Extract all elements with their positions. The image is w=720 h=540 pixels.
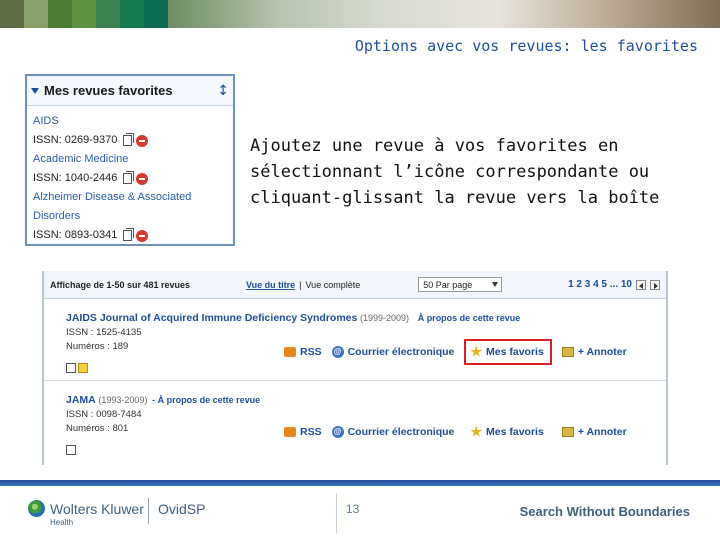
per-page-value: 50 Par page bbox=[423, 279, 473, 290]
email-action[interactable]: @ Courrier électronique bbox=[331, 346, 455, 358]
annotate-label: + Annoter bbox=[577, 426, 627, 438]
rss-icon bbox=[284, 347, 296, 357]
journal-record: JAIDS Journal of Acquired Immune Deficie… bbox=[44, 299, 666, 381]
issn-text: ISSN: 0893-0341 bbox=[33, 229, 118, 241]
select-checkbox[interactable] bbox=[66, 363, 76, 373]
annotate-icon bbox=[561, 427, 574, 437]
issn-text: ISSN: 0269-9370 bbox=[33, 134, 118, 146]
resize-arrows-icon[interactable]: ↕ bbox=[217, 83, 229, 99]
banner-tile bbox=[96, 0, 120, 28]
record-checkboxes bbox=[66, 445, 76, 455]
rss-label: RSS bbox=[300, 426, 322, 438]
banner-tile bbox=[120, 0, 144, 28]
annotate-label: + Annoter bbox=[577, 346, 627, 358]
page-links[interactable]: 1 2 3 4 5 ... 10 bbox=[568, 279, 632, 290]
journal-title-link[interactable]: JAIDS Journal of Acquired Immune Deficie… bbox=[66, 312, 357, 324]
results-toolbar: Affichage de 1-50 sur 481 revues Vue du … bbox=[44, 271, 666, 299]
add-to-favorites-button[interactable]: ★ Mes favoris bbox=[464, 421, 551, 443]
favorites-label: Mes favoris bbox=[486, 346, 544, 358]
rss-action[interactable]: RSS bbox=[284, 426, 322, 438]
remove-icon[interactable] bbox=[136, 172, 149, 185]
rss-icon bbox=[284, 427, 296, 437]
issn-text: ISSN: 1040-2446 bbox=[33, 172, 118, 184]
rss-action[interactable]: RSS bbox=[284, 346, 322, 358]
add-to-favorites-button[interactable]: ★ Mes favoris bbox=[464, 339, 552, 365]
journal-issn: ISSN : 0098-7484 bbox=[66, 409, 142, 420]
favorite-journal-issn: ISSN: 0893-0341 bbox=[33, 226, 233, 245]
explanation-text: Ajoutez une revue à vos favorites en sél… bbox=[250, 136, 660, 208]
slide-title: Options avec vos revues: les favorites bbox=[354, 37, 698, 55]
next-page-icon[interactable] bbox=[650, 279, 660, 290]
annotate-action[interactable]: + Annoter bbox=[561, 426, 627, 438]
about-journal-link[interactable]: À propos de cette revue bbox=[418, 313, 521, 323]
banner-tile bbox=[48, 0, 72, 28]
tagline: Search Without Boundaries bbox=[519, 504, 690, 519]
star-icon: ★ bbox=[470, 424, 483, 439]
favorite-marker-icon bbox=[78, 363, 88, 373]
banner-photo bbox=[168, 0, 720, 28]
per-page-select[interactable]: 50 Par page bbox=[418, 277, 503, 292]
favorite-journal-issn: ISSN: 1040-2446 bbox=[33, 169, 233, 188]
journal-issn: ISSN : 1525-4135 bbox=[66, 327, 142, 338]
email-action[interactable]: @ Courrier électronique bbox=[331, 426, 455, 438]
email-label: Courrier électronique bbox=[347, 346, 455, 358]
full-view-link[interactable]: Vue complète bbox=[306, 280, 361, 290]
favorite-journal-link[interactable]: Academic Medicine bbox=[33, 150, 233, 169]
view-separator: | bbox=[299, 279, 302, 290]
favorites-label: Mes favoris bbox=[486, 426, 544, 438]
brand-name: Wolters Kluwer bbox=[50, 501, 144, 517]
banner-tile bbox=[0, 0, 24, 28]
title-view-link[interactable]: Vue du titre bbox=[246, 280, 295, 290]
footer: Wolters Kluwer Health OvidSP 13 Search W… bbox=[0, 486, 720, 540]
favorite-journal-link[interactable]: AIDS bbox=[33, 112, 233, 131]
slide-number: 13 bbox=[346, 502, 360, 516]
email-icon: @ bbox=[331, 346, 344, 358]
record-actions: RSS @ Courrier électronique ★ Mes favori… bbox=[284, 421, 627, 443]
select-checkbox[interactable] bbox=[66, 445, 76, 455]
pagination: 1 2 3 4 5 ... 10 bbox=[568, 279, 660, 290]
journal-years: (1993-2009) bbox=[98, 395, 148, 405]
favorites-panel[interactable]: Mes revues favorites ↕ AIDS ISSN: 0269-9… bbox=[25, 74, 235, 246]
chevron-down-icon bbox=[492, 282, 499, 287]
remove-icon[interactable] bbox=[136, 229, 149, 242]
previous-page-icon[interactable] bbox=[636, 279, 646, 290]
copy-icon[interactable] bbox=[123, 171, 135, 184]
results-count: Affichage de 1-50 sur 481 revues bbox=[50, 279, 191, 290]
banner-tile bbox=[24, 0, 48, 28]
favorites-list: AIDS ISSN: 0269-9370 Academic Medicine I… bbox=[27, 106, 233, 245]
remove-icon[interactable] bbox=[136, 134, 149, 147]
annotate-icon bbox=[561, 347, 574, 357]
about-journal-link[interactable]: - À propos de cette revue bbox=[152, 395, 260, 405]
copy-icon[interactable] bbox=[123, 228, 135, 241]
email-label: Courrier électronique bbox=[347, 426, 455, 438]
footer-separator bbox=[336, 493, 337, 533]
header-banner bbox=[0, 0, 720, 28]
copy-icon[interactable] bbox=[123, 133, 135, 146]
banner-tile bbox=[144, 0, 168, 28]
brand-subtitle: Health bbox=[50, 518, 74, 527]
record-checkboxes bbox=[66, 363, 88, 373]
banner-tile bbox=[72, 0, 96, 28]
collapse-triangle-icon[interactable] bbox=[31, 87, 39, 94]
record-actions: RSS @ Courrier électronique ★ Mes favori… bbox=[284, 339, 627, 365]
journal-record: JAMA (1993-2009) - À propos de cette rev… bbox=[44, 381, 666, 463]
journal-years: (1999-2009) bbox=[360, 313, 410, 323]
annotate-action[interactable]: + Annoter bbox=[561, 346, 627, 358]
wolters-kluwer-logo-icon bbox=[28, 500, 45, 517]
favorites-panel-header[interactable]: Mes revues favorites ↕ bbox=[27, 76, 233, 106]
rss-label: RSS bbox=[300, 346, 322, 358]
email-icon: @ bbox=[331, 426, 344, 438]
favorite-journal-link[interactable]: Alzheimer Disease & Associated Disorders bbox=[33, 188, 233, 226]
favorite-journal-issn: ISSN: 0269-9370 bbox=[33, 131, 233, 150]
journal-results-panel: Affichage de 1-50 sur 481 revues Vue du … bbox=[42, 271, 668, 465]
favorites-panel-title: Mes revues favorites bbox=[44, 83, 173, 98]
journal-title-link[interactable]: JAMA bbox=[66, 394, 96, 406]
brand-divider bbox=[148, 498, 149, 524]
star-icon: ★ bbox=[470, 344, 483, 359]
product-name: OvidSP bbox=[158, 501, 206, 517]
